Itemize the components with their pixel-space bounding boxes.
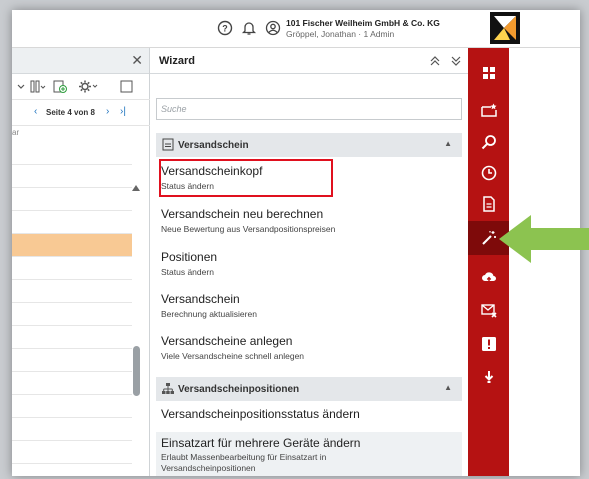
maximize-icon[interactable] — [120, 80, 133, 93]
highlight-box — [159, 159, 333, 197]
list-toolbar — [12, 74, 150, 100]
close-icon[interactable]: ✕ — [131, 52, 143, 69]
table-row[interactable] — [12, 211, 132, 234]
pager-label: Seite 4 von 8 — [46, 108, 95, 117]
table-row[interactable] — [12, 349, 132, 372]
star-screen-icon[interactable] — [481, 103, 497, 119]
table-row[interactable] — [12, 142, 132, 165]
table-row[interactable] — [12, 441, 132, 464]
column-header-fragment: ar — [12, 128, 20, 137]
alert-icon[interactable] — [481, 336, 497, 352]
table-row[interactable] — [12, 165, 132, 188]
list-panel-header: ✕ — [12, 48, 149, 74]
wizard-title: Wizard — [159, 55, 195, 67]
list-panel: ✕ ‹ Seite 4 von 8 › ›| ar — [12, 48, 150, 476]
wizard-panel: Wizard Suche Versandschein ▲ Versandsche… — [150, 48, 468, 476]
cloud-upload-icon[interactable] — [481, 269, 497, 285]
export-icon[interactable] — [52, 79, 68, 94]
document-icon — [162, 138, 174, 151]
gear-icon[interactable] — [78, 79, 100, 94]
prev-page-icon[interactable]: ‹ — [34, 106, 37, 117]
app-window: ? 101 Fischer Weilheim GmbH & Co. KG Grö… — [12, 10, 580, 476]
search-input[interactable]: Suche — [156, 98, 462, 120]
table-row-selected[interactable] — [12, 234, 132, 257]
wizard-item-anlegen[interactable]: Versandscheine anlegen Viele Versandsche… — [156, 332, 462, 368]
pointer-arrow-icon — [499, 215, 589, 263]
chevron-up-icon[interactable]: ▲ — [444, 139, 452, 148]
pager: ‹ Seite 4 von 8 › ›| — [12, 100, 150, 126]
bell-icon[interactable] — [241, 20, 257, 36]
expand-all-icon[interactable] — [451, 56, 461, 66]
user-name: Gröppel, Jonathan · 1 Admin — [286, 29, 395, 39]
collapse-all-icon[interactable] — [430, 56, 440, 66]
mail-error-icon[interactable] — [481, 302, 497, 318]
table-row[interactable] — [12, 395, 132, 418]
table-row[interactable] — [12, 188, 132, 211]
wizard-item-positionen[interactable]: Positionen Status ändern — [156, 248, 462, 284]
table-row[interactable] — [12, 303, 132, 326]
section-label: Versandscheinpositionen — [178, 384, 300, 395]
download-icon[interactable] — [481, 369, 497, 385]
hierarchy-icon — [162, 383, 174, 394]
section-versandschein[interactable]: Versandschein ▲ — [156, 133, 462, 157]
app-logo — [490, 12, 520, 44]
wizard-item-positionsstatus[interactable]: Versandscheinpositionsstatus ändern — [156, 405, 462, 429]
scrollbar-thumb[interactable] — [133, 346, 140, 396]
wizard-header: Wizard — [150, 48, 468, 74]
search-icon[interactable] — [481, 134, 497, 150]
section-label: Versandschein — [178, 140, 249, 151]
scroll-up-icon[interactable] — [132, 185, 140, 191]
company-name: 101 Fischer Weilheim GmbH & Co. KG — [286, 18, 440, 28]
help-icon[interactable]: ? — [217, 20, 233, 36]
table-row[interactable] — [12, 257, 132, 280]
magic-wand-icon[interactable] — [481, 230, 497, 246]
table-row[interactable] — [12, 280, 132, 303]
clock-icon[interactable] — [481, 165, 497, 181]
table-row[interactable] — [12, 372, 132, 395]
user-icon[interactable] — [265, 20, 281, 36]
table-row[interactable] — [12, 418, 132, 441]
next-page-icon[interactable]: › — [106, 106, 109, 117]
columns-icon[interactable] — [30, 80, 46, 93]
chevron-up-icon[interactable]: ▲ — [444, 383, 452, 392]
top-bar: ? 101 Fischer Weilheim GmbH & Co. KG Grö… — [12, 10, 580, 48]
document-icon[interactable] — [481, 196, 497, 212]
last-page-icon[interactable]: ›| — [120, 106, 126, 117]
section-versandscheinpositionen[interactable]: Versandscheinpositionen ▲ — [156, 377, 462, 401]
svg-text:?: ? — [222, 24, 228, 34]
table-row[interactable] — [12, 326, 132, 349]
grid-icon[interactable] — [481, 65, 497, 81]
wizard-item-neu-berechnen[interactable]: Versandschein neu berechnen Neue Bewertu… — [156, 205, 462, 241]
chevron-down-icon[interactable] — [16, 81, 26, 91]
wizard-item-versandschein[interactable]: Versandschein Berechnung aktualisieren — [156, 290, 462, 326]
wizard-item-einsatzart[interactable]: Einsatzart für mehrere Geräte ändern Erl… — [156, 432, 462, 476]
